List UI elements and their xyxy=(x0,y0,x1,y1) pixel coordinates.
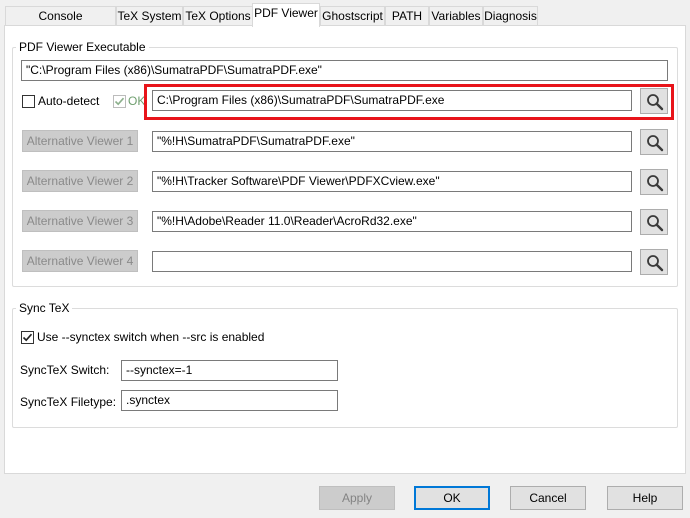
auto-detect-checkbox[interactable] xyxy=(22,95,35,108)
synctex-switch-field[interactable]: --synctex=-1 xyxy=(121,360,338,381)
browse-detected-viewer-button[interactable] xyxy=(640,88,668,114)
tab-variables[interactable]: Variables xyxy=(429,6,483,25)
pdf-viewer-executable-field[interactable]: "C:\Program Files (x86)\SumatraPDF\Sumat… xyxy=(21,60,668,81)
browse-alternative-viewer-1-button[interactable] xyxy=(640,129,668,155)
alternative-viewer-2-field[interactable]: "%!H\Tracker Software\PDF Viewer\PDFXCvi… xyxy=(152,171,632,192)
synctex-filetype-label: SyncTeX Filetype: xyxy=(20,395,117,409)
tab-pdf-viewer[interactable]: PDF Viewer xyxy=(252,3,320,27)
auto-detect-label: Auto-detect xyxy=(38,94,100,108)
alternative-viewer-4-button: Alternative Viewer 4 xyxy=(22,250,138,272)
alternative-viewer-3-button: Alternative Viewer 3 xyxy=(22,210,138,232)
tab-ghostscript[interactable]: Ghostscript xyxy=(320,6,385,25)
checkmark-icon xyxy=(114,97,125,106)
tab-diagnosis[interactable]: Diagnosis xyxy=(483,6,538,25)
synctex-filetype-field[interactable]: .synctex xyxy=(121,390,338,411)
search-icon xyxy=(647,175,664,192)
browse-alternative-viewer-2-button[interactable] xyxy=(640,169,668,195)
alternative-viewer-2-button: Alternative Viewer 2 xyxy=(22,170,138,192)
search-icon xyxy=(647,135,664,152)
use-synctex-switch-checkbox[interactable] xyxy=(21,331,34,344)
alternative-viewer-1-button: Alternative Viewer 1 xyxy=(22,130,138,152)
synctex-group xyxy=(12,308,678,428)
checkmark-icon xyxy=(22,333,33,342)
browse-alternative-viewer-4-button[interactable] xyxy=(640,249,668,275)
tab-tex-options[interactable]: TeX Options xyxy=(183,6,253,25)
help-button[interactable]: Help xyxy=(607,486,683,510)
use-synctex-switch-label: Use --synctex switch when --src is enabl… xyxy=(37,330,265,344)
alternative-viewer-3-field[interactable]: "%!H\Adobe\Reader 11.0\Reader\AcroRd32.e… xyxy=(152,211,632,232)
pdf-viewer-group-title: PDF Viewer Executable xyxy=(16,40,149,54)
tab-tex-system[interactable]: TeX System xyxy=(116,6,183,25)
tab-path[interactable]: PATH xyxy=(385,6,429,25)
ok-label: OK xyxy=(128,94,146,108)
search-icon xyxy=(647,215,664,232)
synctex-switch-label: SyncTeX Switch: xyxy=(20,363,110,377)
ok-button[interactable]: OK xyxy=(414,486,490,510)
browse-alternative-viewer-3-button[interactable] xyxy=(640,209,668,235)
alternative-viewer-1-field[interactable]: "%!H\SumatraPDF\SumatraPDF.exe" xyxy=(152,131,632,152)
alternative-viewer-4-field[interactable] xyxy=(152,251,632,272)
tab-console-applications[interactable]: Console Applications xyxy=(5,6,116,41)
detected-viewer-path-field[interactable]: C:\Program Files (x86)\SumatraPDF\Sumatr… xyxy=(152,90,632,111)
cancel-button[interactable]: Cancel xyxy=(510,486,586,510)
apply-button[interactable]: Apply xyxy=(319,486,395,510)
ok-checkbox xyxy=(113,95,126,108)
search-icon xyxy=(647,255,664,272)
synctex-group-title: Sync TeX xyxy=(16,301,73,315)
search-icon xyxy=(647,94,664,111)
